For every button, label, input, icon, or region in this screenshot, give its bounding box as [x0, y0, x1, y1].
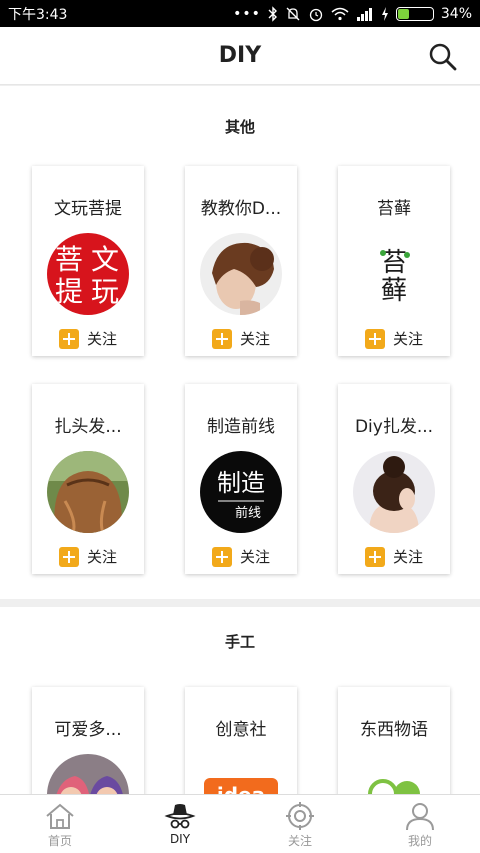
avatar [353, 451, 435, 533]
avatar: 菩 文 提 玩 [47, 233, 129, 315]
avatar-text: 文 [91, 243, 119, 276]
follow-label: 关注 [239, 548, 270, 566]
tab-home[interactable]: 首页 [0, 795, 120, 853]
search-icon [429, 43, 457, 71]
target-icon [286, 802, 314, 830]
mute-icon [285, 6, 301, 22]
battery-percent: 34% [440, 5, 472, 22]
status-time: 下午3:43 [8, 6, 68, 23]
card-name: 东西物语 [360, 720, 428, 740]
follow-label: 关注 [392, 548, 423, 566]
plus-icon [58, 546, 79, 567]
channel-card[interactable]: 东西物语 东西 关注 [338, 687, 450, 794]
tab-label: 关注 [287, 834, 312, 848]
alarm-icon [308, 6, 324, 22]
tab-follow[interactable]: 关注 [240, 795, 360, 853]
hat-icon [164, 804, 196, 829]
avatar-text: 玩 [91, 275, 119, 308]
channel-card[interactable]: 可爱多... 关注 [32, 687, 144, 794]
follow-label: 关注 [392, 330, 423, 348]
avatar-text: 提 [55, 275, 83, 308]
channel-card[interactable]: 苔藓 苔 藓 关注 [338, 166, 450, 356]
tab-label: DIY [169, 832, 191, 846]
plus-icon [364, 328, 385, 349]
wifi-icon [331, 7, 349, 21]
channel-card[interactable]: Diy扎发... 关注 [338, 384, 450, 574]
home-icon [46, 803, 74, 829]
card-name: 苔藓 [377, 199, 411, 219]
avatar [47, 451, 129, 533]
channel-card[interactable]: 制造前线 制造 前线 关注 [185, 384, 297, 574]
avatar-text: idea [217, 783, 265, 794]
plus-icon [211, 546, 232, 567]
person-icon [406, 803, 434, 831]
tab-mine[interactable]: 我的 [360, 795, 480, 853]
channel-card[interactable]: 创意社 idea 关注 [185, 687, 297, 794]
card-name: 可爱多... [54, 720, 122, 740]
search-button[interactable] [428, 42, 458, 72]
card-name: 教教你D... [200, 199, 282, 219]
plus-icon [58, 328, 79, 349]
card-name: 扎头发... [54, 417, 122, 437]
top-bar: DIY [0, 27, 480, 85]
content-scroll[interactable]: 其他 文玩菩提 菩 文 提 玩 关注 教教你D... 关注 苔藓 苔 藓 关注 … [0, 86, 480, 794]
status-bar: 下午3:43 ••• 34% [0, 0, 480, 27]
channel-card[interactable]: 教教你D... 关注 [185, 166, 297, 356]
follow-button[interactable]: 关注 [58, 546, 117, 567]
plus-icon [211, 328, 232, 349]
avatar: idea [200, 754, 282, 794]
more-dots-icon: ••• [233, 5, 261, 22]
follow-button[interactable]: 关注 [364, 546, 423, 567]
avatar-text: 菩 [55, 243, 83, 276]
tab-diy[interactable]: DIY [120, 795, 240, 853]
card-name: 制造前线 [207, 417, 275, 437]
follow-label: 关注 [86, 548, 117, 566]
charging-icon [381, 6, 389, 21]
section-other: 其他 文玩菩提 菩 文 提 玩 关注 教教你D... 关注 苔藓 苔 藓 关注 … [0, 86, 480, 599]
channel-card[interactable]: 文玩菩提 菩 文 提 玩 关注 [32, 166, 144, 356]
card-name: 创意社 [215, 720, 267, 740]
card-name: 文玩菩提 [54, 199, 122, 219]
follow-button[interactable]: 关注 [58, 328, 117, 349]
follow-label: 关注 [86, 330, 117, 348]
follow-button[interactable]: 关注 [211, 328, 270, 349]
page-title: DIY [218, 43, 262, 68]
status-icons: ••• 34% [233, 6, 472, 22]
avatar: 苔 藓 [353, 233, 435, 315]
avatar-text: 制造 [217, 469, 265, 497]
card-grid: 可爱多... 关注 创意社 [0, 687, 480, 794]
avatar: 东西 [353, 754, 435, 794]
section-title: 手工 [224, 633, 255, 651]
battery-icon [395, 6, 434, 21]
avatar [47, 754, 129, 794]
follow-button[interactable]: 关注 [211, 546, 270, 567]
section-handmade: 手工 可爱多... 关注 [0, 607, 480, 794]
follow-label: 关注 [239, 330, 270, 348]
bluetooth-icon [268, 5, 278, 22]
avatar [200, 233, 282, 315]
card-name: Diy扎发... [354, 417, 434, 437]
section-title: 其他 [224, 118, 255, 136]
plus-icon [364, 546, 385, 567]
follow-button[interactable]: 关注 [364, 328, 423, 349]
bottom-tab-bar: 首页 DIY 关注 我的 [0, 794, 480, 853]
tab-label: 我的 [407, 834, 432, 848]
card-grid: 文玩菩提 菩 文 提 玩 关注 教教你D... 关注 苔藓 苔 藓 关注 扎头发… [0, 166, 480, 574]
avatar-text: 藓 [381, 276, 407, 306]
channel-card[interactable]: 扎头发... 关注 [32, 384, 144, 574]
avatar-text: 前线 [235, 505, 261, 521]
signal-icon [356, 7, 374, 21]
tab-label: 首页 [47, 834, 72, 848]
avatar: 制造 前线 [200, 451, 282, 533]
